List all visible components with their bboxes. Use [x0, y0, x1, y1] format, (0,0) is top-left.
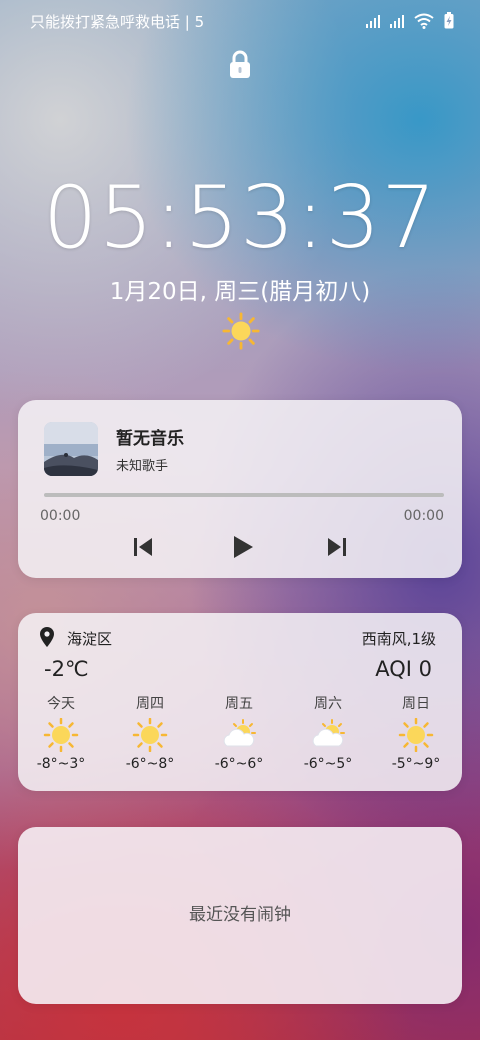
- sun-icon: [398, 718, 434, 752]
- forecast-list: 今天 -8°~3° 周四 -6°~8° 周五 -6°~6° 周六 -6°~5° …: [18, 693, 462, 783]
- song-title: 暂无音乐: [116, 429, 184, 449]
- air-quality-index: AQI 0: [375, 657, 432, 681]
- play-button[interactable]: [227, 532, 257, 562]
- battery-charging-icon: [444, 12, 454, 29]
- sun-icon: [222, 312, 260, 350]
- next-icon: [328, 538, 346, 556]
- total-duration: 00:00: [403, 508, 444, 524]
- forecast-day: 今天 -8°~3°: [17, 693, 105, 772]
- forecast-day: 周四 -6°~8°: [106, 693, 194, 772]
- forecast-day-name: 周六: [314, 696, 342, 712]
- forecast-day: 周六 -6°~5°: [284, 693, 372, 772]
- forecast-temp-range: -6°~5°: [303, 756, 353, 772]
- status-icons: [366, 12, 454, 29]
- forecast-temp-range: -6°~6°: [214, 756, 264, 772]
- forecast-day: 周日 -5°~9°: [372, 693, 460, 772]
- current-temperature: -2℃: [44, 657, 89, 681]
- elapsed-time: 00:00: [40, 508, 81, 524]
- lockscreen-date: 1月20日, 周三(腊月初八): [109, 279, 371, 305]
- lock-icon[interactable]: [228, 50, 252, 80]
- emergency-calls-only-text: 只能拨打紧急呼救电话 | 5: [30, 13, 205, 31]
- alarm-widget[interactable]: 最近没有闹钟: [18, 827, 462, 1004]
- partly-cloudy-icon: [223, 719, 256, 747]
- forecast-day-name: 周日: [402, 696, 430, 712]
- wind-info: 西南风,1级: [361, 630, 436, 648]
- sun-icon: [132, 718, 168, 752]
- weather-location: 海淀区: [67, 630, 113, 648]
- signal-icon: [366, 14, 380, 28]
- forecast-temp-range: -8°~3°: [36, 756, 86, 772]
- lockscreen-clock: 05:53:37: [42, 168, 438, 268]
- album-art: [44, 422, 98, 476]
- partly-cloudy-icon: [312, 719, 345, 747]
- status-bar: 只能拨打紧急呼救电话 | 5: [0, 0, 480, 42]
- wifi-icon: [414, 13, 434, 29]
- previous-icon: [134, 538, 152, 556]
- previous-button[interactable]: [128, 532, 158, 562]
- song-artist: 未知歌手: [116, 459, 169, 474]
- forecast-day: 周五 -6°~6°: [195, 693, 283, 772]
- playback-progress-bar[interactable]: [44, 493, 444, 497]
- location-pin-icon: [40, 627, 54, 647]
- signal-icon: [390, 14, 404, 28]
- forecast-day-name: 周四: [136, 696, 164, 712]
- music-widget[interactable]: 暂无音乐 未知歌手 00:00 00:00: [18, 400, 462, 578]
- weather-widget[interactable]: 海淀区 西南风,1级 -2℃ AQI 0 今天 -8°~3° 周四 -6°~8°…: [18, 613, 462, 791]
- no-alarm-text: 最近没有闹钟: [189, 905, 291, 925]
- next-button[interactable]: [322, 532, 352, 562]
- forecast-day-name: 今天: [47, 696, 75, 712]
- forecast-temp-range: -5°~9°: [391, 756, 441, 772]
- forecast-temp-range: -6°~8°: [125, 756, 175, 772]
- sun-icon: [43, 718, 79, 752]
- play-icon: [234, 536, 253, 558]
- forecast-day-name: 周五: [225, 696, 253, 712]
